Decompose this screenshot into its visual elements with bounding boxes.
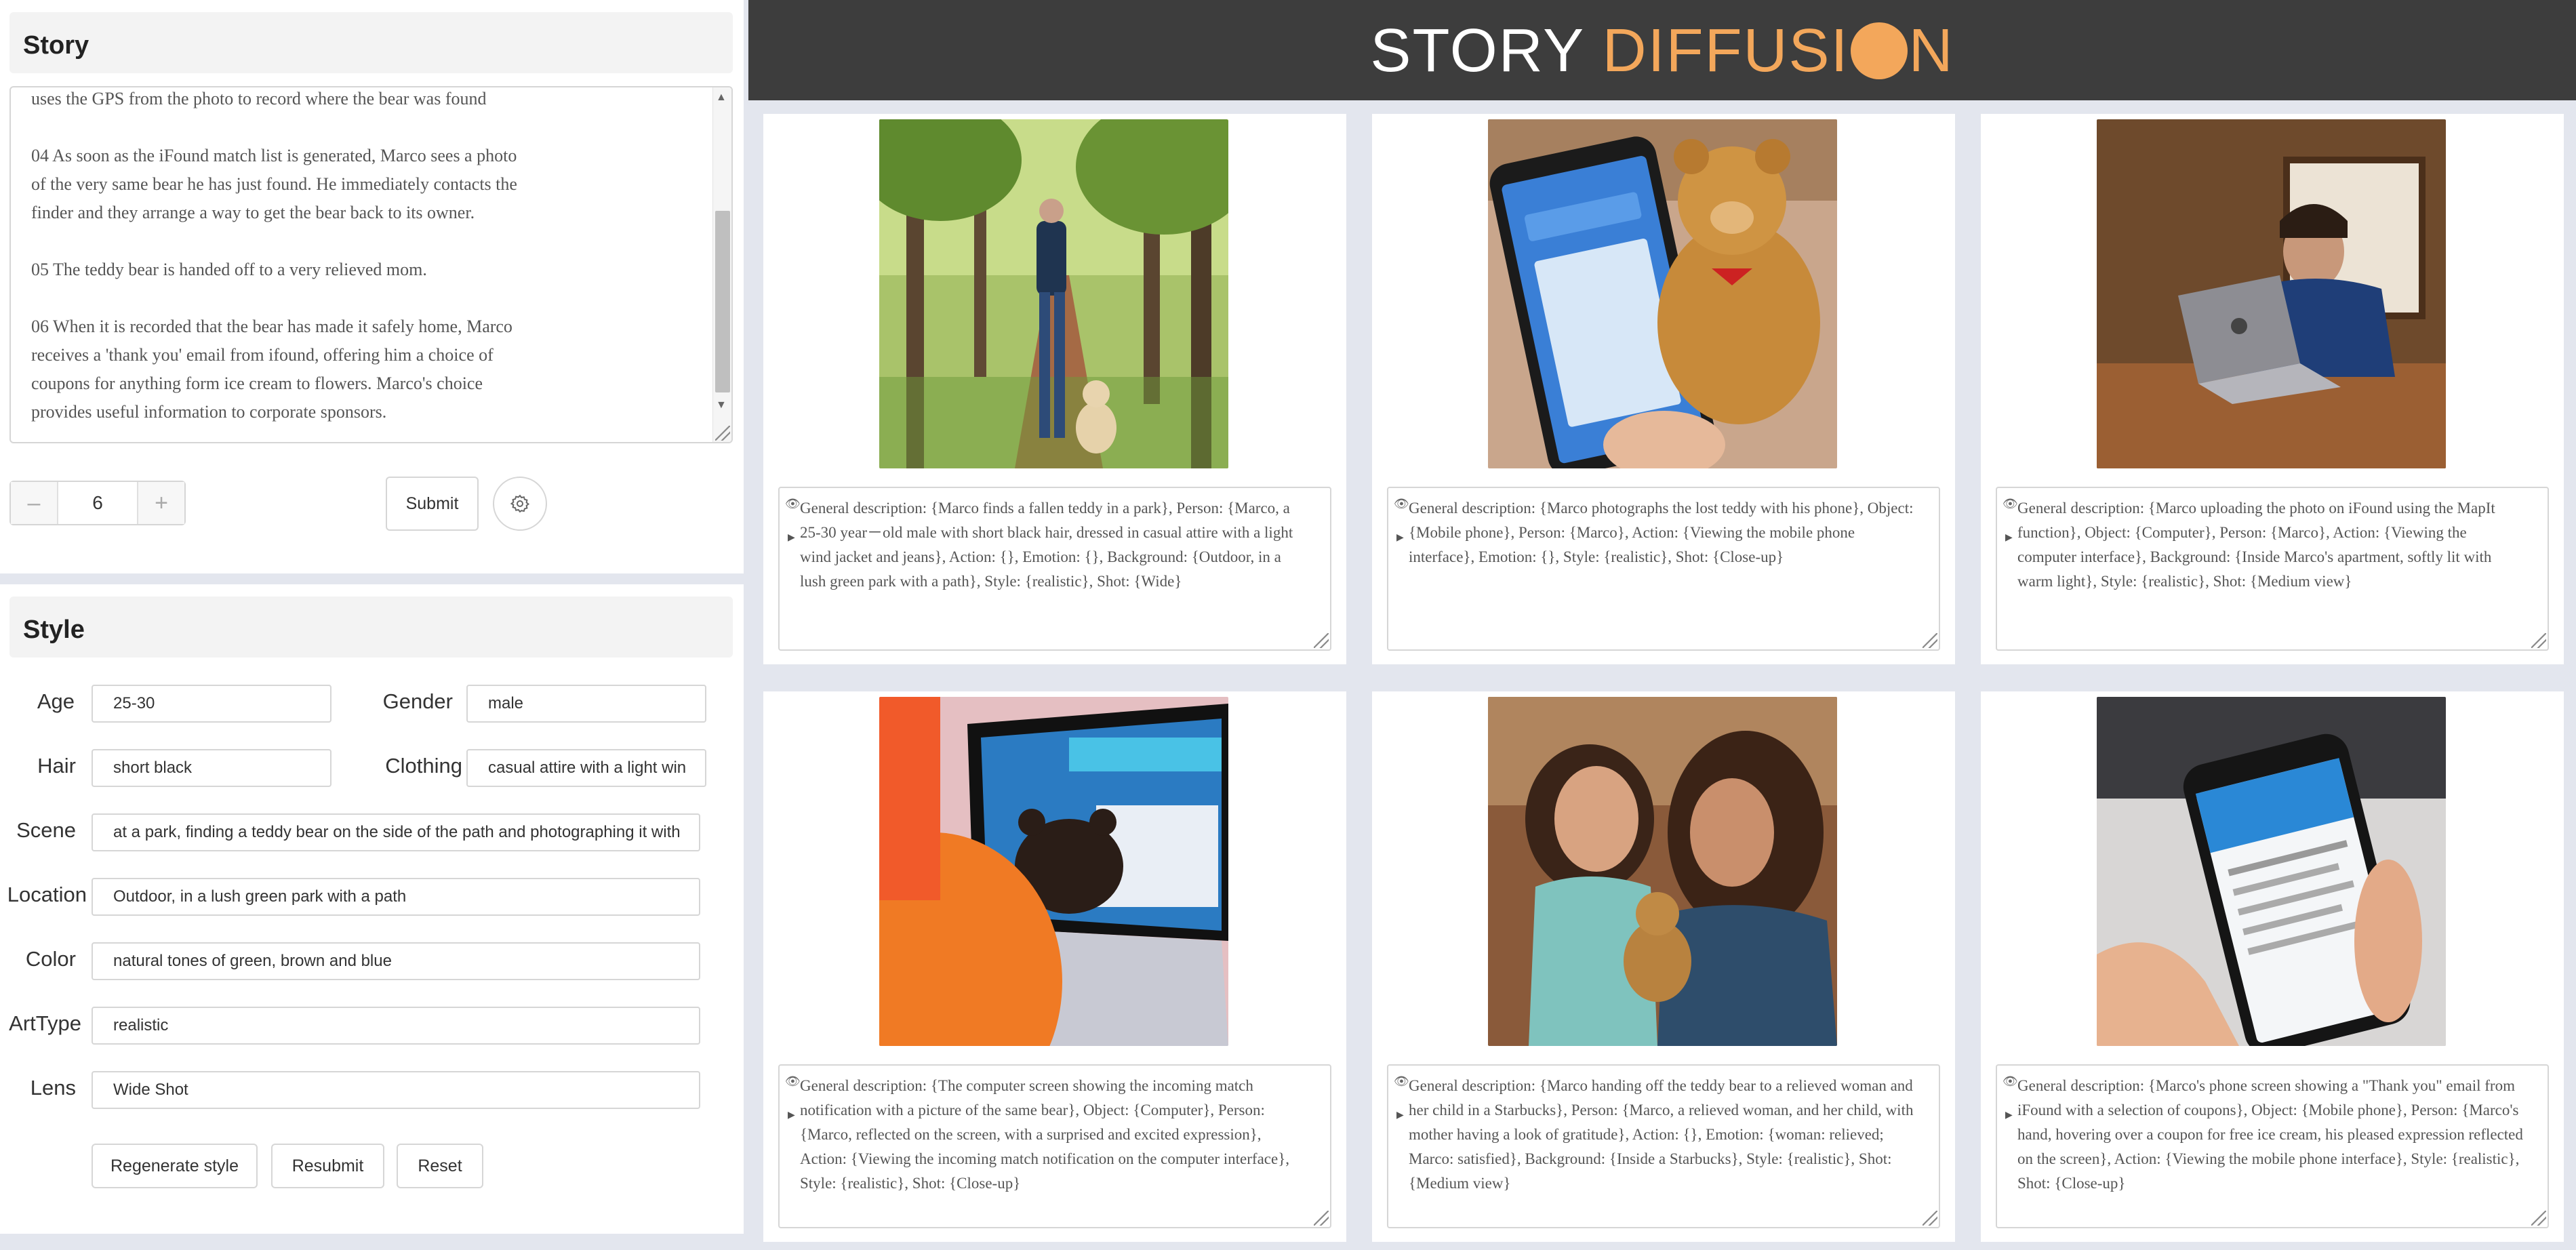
image-caption-1[interactable]: 👁 ▶ General description: {Marco finds a … [778, 487, 1331, 651]
visibility-icon: 👁 [2003, 497, 2018, 510]
image-count-stepper[interactable]: – 6 + [9, 481, 186, 525]
increment-button[interactable]: + [138, 482, 184, 524]
scrollbar-thumb[interactable] [715, 211, 730, 392]
regenerate-style-button[interactable]: Regenerate style [92, 1144, 258, 1188]
title-diffusion-b: N [1908, 17, 1954, 85]
resize-handle-icon[interactable] [2531, 1211, 2546, 1226]
caption-text: General description: {The computer scree… [800, 1077, 1289, 1192]
style-header: Style [9, 597, 733, 658]
scene-field[interactable]: at a park, finding a teddy bear on the s… [92, 813, 700, 851]
generated-image-3[interactable] [2097, 119, 2446, 468]
caption-text: General description: {Marco uploading th… [2017, 500, 2495, 590]
story-card-2: 👁 ▶ General description: {Marco photogra… [1372, 114, 1955, 664]
resize-handle-icon[interactable] [1923, 633, 1937, 648]
clothing-field[interactable]: casual attire with a light win [466, 749, 706, 787]
title-circle-logo [1850, 22, 1908, 79]
color-field[interactable]: natural tones of green, brown and blue [92, 942, 700, 980]
expand-caret-icon[interactable]: ▶ [1396, 1104, 1404, 1128]
caption-text: General description: {Marco photographs … [1409, 500, 1914, 565]
image-caption-5[interactable]: 👁 ▶ General description: {Marco handing … [1387, 1064, 1940, 1228]
resize-handle-icon[interactable] [2531, 633, 2546, 648]
generated-image-5[interactable] [1488, 697, 1837, 1046]
generated-image-4[interactable] [879, 697, 1228, 1046]
story-text[interactable]: uses the GPS from the photo to record wh… [31, 87, 709, 426]
location-label: Location [7, 883, 87, 906]
generated-image-1[interactable] [879, 119, 1228, 468]
gear-icon [510, 494, 530, 513]
app-header: STORY DIFFUSI N [748, 0, 2576, 100]
caption-text: General description: {Marco handing off … [1409, 1077, 1914, 1192]
app-title: STORY DIFFUSI N [748, 16, 2576, 86]
title-diffusion-a: DIFFUSI [1602, 17, 1849, 85]
expand-caret-icon[interactable]: ▶ [788, 1104, 795, 1128]
gender-field[interactable]: male [466, 685, 706, 723]
story-header: Story [9, 12, 733, 73]
lens-field[interactable]: Wide Shot [92, 1071, 700, 1109]
resize-handle-icon[interactable] [1923, 1211, 1937, 1226]
age-label: Age [37, 689, 75, 713]
submit-button[interactable]: Submit [386, 477, 479, 531]
visibility-icon: 👁 [1394, 497, 1409, 510]
visibility-icon: 👁 [2003, 1074, 2018, 1088]
expand-caret-icon[interactable]: ▶ [1396, 526, 1404, 550]
decrement-button[interactable]: – [11, 482, 57, 524]
left-panel: Story uses the GPS from the photo to rec… [0, 0, 744, 1250]
story-heading: Story [23, 31, 89, 60]
image-count-value[interactable]: 6 [57, 482, 138, 524]
scene-label: Scene [16, 818, 76, 842]
hair-field[interactable]: short black [92, 749, 331, 787]
generated-image-2[interactable] [1488, 119, 1837, 468]
settings-button[interactable] [493, 477, 547, 531]
story-card-6: 👁 ▶ General description: {Marco's phone … [1981, 691, 2564, 1242]
image-caption-2[interactable]: 👁 ▶ General description: {Marco photogra… [1387, 487, 1940, 651]
title-story: STORY [1370, 17, 1603, 85]
visibility-icon: 👁 [785, 497, 801, 510]
story-card-5: 👁 ▶ General description: {Marco handing … [1372, 691, 1955, 1242]
image-caption-4[interactable]: 👁 ▶ General description: {The computer s… [778, 1064, 1331, 1228]
story-scrollbar[interactable]: ▲ ▼ [712, 87, 731, 442]
visibility-icon: 👁 [785, 1074, 801, 1088]
clothing-label: Clothing [385, 754, 462, 778]
resize-handle-icon[interactable] [1314, 633, 1329, 648]
gender-label: Gender [382, 689, 453, 713]
color-label: Color [25, 947, 76, 971]
resize-handle-icon[interactable] [715, 426, 730, 441]
story-card-1: 👁 ▶ General description: {Marco finds a … [763, 114, 1346, 664]
expand-caret-icon[interactable]: ▶ [788, 526, 795, 550]
caption-text: General description: {Marco's phone scre… [2017, 1077, 2523, 1192]
image-caption-3[interactable]: 👁 ▶ General description: {Marco uploadin… [1996, 487, 2549, 651]
hair-label: Hair [37, 754, 76, 778]
story-card-3: 👁 ▶ General description: {Marco uploadin… [1981, 114, 2564, 664]
image-caption-6[interactable]: 👁 ▶ General description: {Marco's phone … [1996, 1064, 2549, 1228]
resubmit-button[interactable]: Resubmit [271, 1144, 384, 1188]
story-panel: Story uses the GPS from the photo to rec… [0, 0, 744, 573]
caption-text: General description: {Marco finds a fall… [800, 500, 1293, 590]
reset-button[interactable]: Reset [397, 1144, 483, 1188]
story-textarea[interactable]: uses the GPS from the photo to record wh… [9, 86, 733, 443]
scroll-up-icon[interactable]: ▲ [716, 92, 727, 104]
location-field[interactable]: Outdoor, in a lush green park with a pat… [92, 878, 700, 916]
story-card-4: 👁 ▶ General description: {The computer s… [763, 691, 1346, 1242]
expand-caret-icon[interactable]: ▶ [2005, 526, 2013, 550]
lens-label: Lens [30, 1076, 76, 1100]
age-field[interactable]: 25-30 [92, 685, 331, 723]
style-panel: Style Age 25-30 Gender male Hair short b… [0, 584, 744, 1234]
expand-caret-icon[interactable]: ▶ [2005, 1104, 2013, 1128]
style-heading: Style [23, 616, 85, 644]
resize-handle-icon[interactable] [1314, 1211, 1329, 1226]
arttype-field[interactable]: realistic [92, 1007, 700, 1045]
arttype-label: ArtType [9, 1011, 81, 1035]
scroll-down-icon[interactable]: ▼ [716, 399, 727, 411]
generated-image-6[interactable] [2097, 697, 2446, 1046]
visibility-icon: 👁 [1394, 1074, 1409, 1088]
